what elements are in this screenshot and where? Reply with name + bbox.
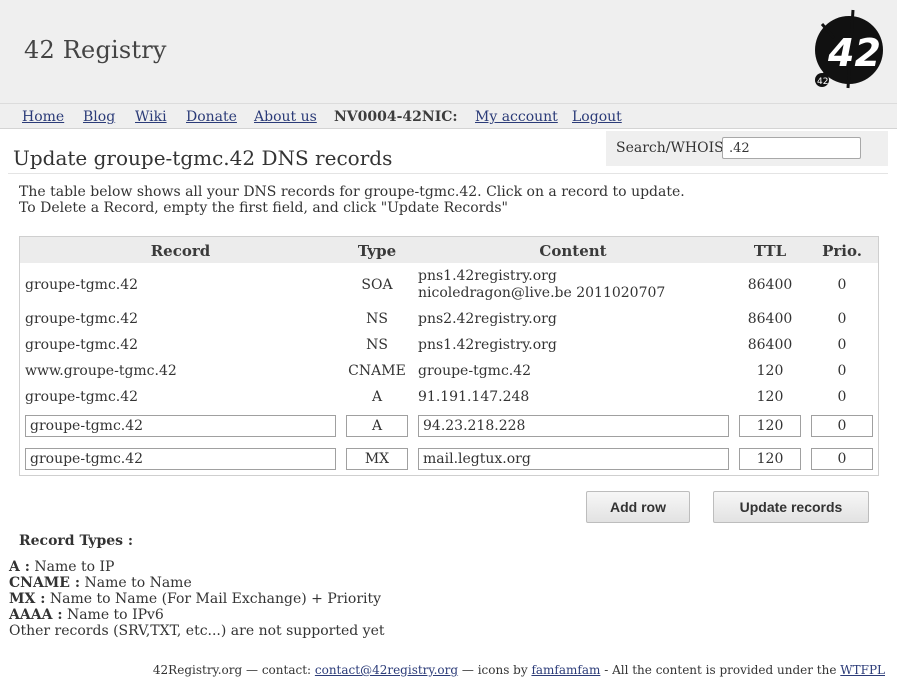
- nav-home[interactable]: Home: [22, 109, 64, 125]
- record-ttl-input[interactable]: [739, 448, 801, 470]
- footer-suffix: - All the content is provided under the: [600, 663, 841, 677]
- record-cell[interactable]: www.groupe-tgmc.42: [25, 363, 177, 379]
- type-cell[interactable]: NS: [345, 311, 409, 327]
- update-records-button[interactable]: Update records: [713, 491, 869, 523]
- nav-donate[interactable]: Donate: [186, 109, 237, 125]
- search-label: Search/WHOIS :: [616, 140, 733, 156]
- footer-mid: — icons by: [458, 663, 532, 677]
- search-input[interactable]: [722, 137, 861, 159]
- record-prio-input[interactable]: [811, 448, 873, 470]
- record-cell[interactable]: groupe-tgmc.42: [25, 277, 138, 293]
- record-types-heading: Record Types :: [19, 533, 134, 549]
- nav-about-us[interactable]: About us: [254, 109, 317, 125]
- nav-wiki[interactable]: Wiki: [135, 109, 167, 125]
- prio-cell[interactable]: 0: [810, 311, 874, 327]
- prio-cell[interactable]: 0: [810, 389, 874, 405]
- record-type-desc: Name to IPv6: [62, 607, 164, 623]
- record-type-key: A :: [9, 559, 30, 575]
- type-cell[interactable]: CNAME: [345, 363, 409, 379]
- record-type-item: AAAA : Name to IPv6: [9, 607, 384, 623]
- nav-blog[interactable]: Blog: [83, 109, 115, 125]
- nav-my-account[interactable]: My account: [475, 109, 558, 125]
- divider: [8, 173, 888, 174]
- ttl-cell[interactable]: 86400: [738, 337, 802, 353]
- column-header-ttl: TTL: [753, 242, 787, 260]
- footer: 42Registry.org — contact: contact@42regi…: [153, 663, 885, 677]
- search-box: Search/WHOIS :: [606, 131, 888, 166]
- svg-text:42: 42: [817, 77, 828, 87]
- prio-cell[interactable]: 0: [810, 363, 874, 379]
- record-type-key: CNAME :: [9, 575, 81, 591]
- content-cell[interactable]: pns2.42registry.org: [418, 311, 557, 327]
- type-cell[interactable]: A: [345, 389, 409, 405]
- record-type-key: AAAA :: [9, 607, 63, 623]
- ttl-cell[interactable]: 120: [738, 389, 802, 405]
- record-type-desc: Name to Name: [80, 575, 192, 591]
- record-type-input[interactable]: [346, 415, 408, 437]
- record-type-item: MX : Name to Name (For Mail Exchange) + …: [9, 591, 384, 607]
- svg-text:42: 42: [827, 31, 881, 75]
- ttl-cell[interactable]: 86400: [738, 311, 802, 327]
- nav-logout[interactable]: Logout: [572, 109, 622, 125]
- record-type-desc: Name to IP: [29, 559, 115, 575]
- column-header-type: Type: [357, 242, 397, 260]
- footer-famfamfam-link[interactable]: famfamfam: [531, 663, 600, 677]
- type-cell[interactable]: NS: [345, 337, 409, 353]
- add-row-button[interactable]: Add row: [586, 491, 690, 523]
- type-cell[interactable]: SOA: [345, 277, 409, 293]
- record-cell[interactable]: groupe-tgmc.42: [25, 389, 138, 405]
- column-header-content: Content: [539, 242, 607, 260]
- record-name-input[interactable]: [25, 448, 336, 470]
- record-cell[interactable]: groupe-tgmc.42: [25, 337, 138, 353]
- page-title: Update groupe-tgmc.42 DNS records: [13, 146, 393, 170]
- intro-text: The table below shows all your DNS recor…: [19, 184, 685, 216]
- intro-line-1: The table below shows all your DNS recor…: [19, 184, 685, 200]
- 42-registry-logo-icon[interactable]: 42 42: [808, 8, 890, 90]
- record-type-item: CNAME : Name to Name: [9, 575, 384, 591]
- record-prio-input[interactable]: [811, 415, 873, 437]
- user-handle: NV0004-42NIC:: [334, 109, 458, 125]
- footer-contact-link[interactable]: contact@42registry.org: [315, 663, 458, 677]
- main-nav: Home Blog Wiki Donate About us NV0004-42…: [0, 103, 897, 129]
- footer-prefix: 42Registry.org — contact:: [152, 663, 315, 677]
- column-header-prio: Prio.: [822, 242, 862, 260]
- prio-cell[interactable]: 0: [810, 337, 874, 353]
- site-header: 42 Registry 42 42: [0, 0, 897, 103]
- content-cell[interactable]: groupe-tgmc.42: [418, 363, 531, 379]
- record-content-input[interactable]: [418, 448, 729, 470]
- content-cell[interactable]: 91.191.147.248: [418, 389, 529, 405]
- record-types-note: Other records (SRV,TXT, etc...) are not …: [9, 623, 385, 639]
- content-cell[interactable]: pns1.42registry.org nicoledragon@live.be…: [418, 268, 708, 302]
- record-type-item: A : Name to IP: [9, 559, 384, 575]
- record-cell[interactable]: groupe-tgmc.42: [25, 311, 138, 327]
- record-ttl-input[interactable]: [739, 415, 801, 437]
- record-content-input[interactable]: [418, 415, 729, 437]
- record-type-desc: Name to Name (For Mail Exchange) + Prior…: [45, 591, 382, 607]
- record-type-key: MX :: [9, 591, 46, 607]
- table-header: Record Type Content TTL Prio.: [20, 237, 878, 263]
- record-name-input[interactable]: [25, 415, 336, 437]
- content-cell[interactable]: pns1.42registry.org: [418, 337, 557, 353]
- site-title: 42 Registry: [24, 36, 167, 64]
- ttl-cell[interactable]: 120: [738, 363, 802, 379]
- intro-line-2: To Delete a Record, empty the first fiel…: [19, 200, 508, 216]
- prio-cell[interactable]: 0: [810, 277, 874, 293]
- ttl-cell[interactable]: 86400: [738, 277, 802, 293]
- column-header-record: Record: [150, 242, 211, 260]
- record-types-list: A : Name to IP CNAME : Name to Name MX :…: [9, 559, 384, 639]
- record-type-input[interactable]: [346, 448, 408, 470]
- dns-records-table: Record Type Content TTL Prio. groupe-tgm…: [19, 236, 879, 476]
- footer-license-link[interactable]: WTFPL: [840, 663, 885, 677]
